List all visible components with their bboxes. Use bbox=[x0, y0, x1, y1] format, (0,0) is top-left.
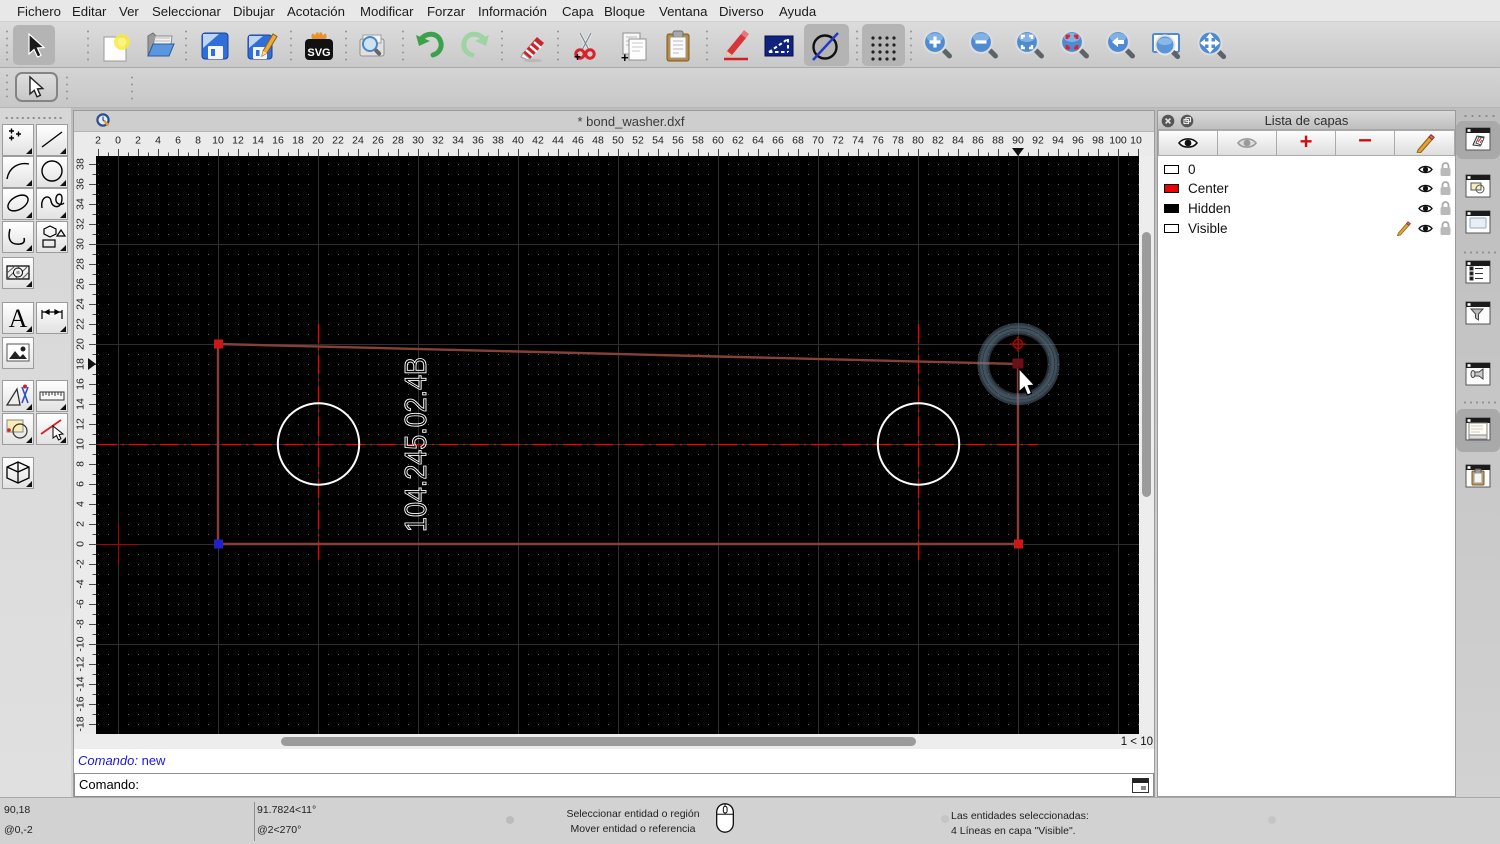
svg-text:8: 8 bbox=[75, 461, 87, 467]
svg-text:54: 54 bbox=[652, 135, 664, 147]
svg-text:18: 18 bbox=[75, 358, 87, 370]
svg-text:72: 72 bbox=[832, 135, 844, 147]
svg-text:22: 22 bbox=[332, 135, 344, 147]
svg-text:20: 20 bbox=[312, 135, 324, 147]
svg-text:30: 30 bbox=[75, 238, 87, 250]
svg-text:24: 24 bbox=[352, 135, 364, 147]
svg-text:38: 38 bbox=[75, 158, 87, 170]
svg-text:2: 2 bbox=[135, 135, 141, 147]
svg-text:24: 24 bbox=[75, 298, 87, 310]
svg-text:-4: -4 bbox=[75, 579, 87, 588]
svg-text:2: 2 bbox=[75, 521, 87, 527]
svg-text:46: 46 bbox=[572, 135, 584, 147]
svg-text:-18: -18 bbox=[75, 716, 87, 731]
svg-text:62: 62 bbox=[732, 135, 744, 147]
svg-text:44: 44 bbox=[552, 135, 564, 147]
svg-text:10: 10 bbox=[212, 135, 224, 147]
svg-text:90: 90 bbox=[1012, 135, 1024, 147]
svg-text:70: 70 bbox=[812, 135, 824, 147]
svg-text:0: 0 bbox=[115, 135, 121, 147]
svg-text:88: 88 bbox=[992, 135, 1004, 147]
svg-text:16: 16 bbox=[75, 378, 87, 390]
svg-text:80: 80 bbox=[912, 135, 924, 147]
svg-text:104.245.02.4B: 104.245.02.4B bbox=[398, 357, 433, 532]
svg-text:8: 8 bbox=[195, 135, 201, 147]
svg-text:32: 32 bbox=[75, 218, 87, 230]
svg-text:-8: -8 bbox=[75, 619, 87, 628]
svg-text:96: 96 bbox=[1072, 135, 1084, 147]
svg-text:94: 94 bbox=[1052, 135, 1064, 147]
svg-text:66: 66 bbox=[772, 135, 784, 147]
svg-text:82: 82 bbox=[932, 135, 944, 147]
svg-text:58: 58 bbox=[692, 135, 704, 147]
svg-text:74: 74 bbox=[852, 135, 864, 147]
svg-text:42: 42 bbox=[532, 135, 544, 147]
svg-text:40: 40 bbox=[512, 135, 524, 147]
svg-text:12: 12 bbox=[75, 418, 87, 430]
svg-text:10: 10 bbox=[1130, 135, 1142, 147]
svg-text:98: 98 bbox=[1092, 135, 1104, 147]
svg-text:38: 38 bbox=[492, 135, 504, 147]
svg-text:-6: -6 bbox=[75, 599, 87, 608]
svg-text:20: 20 bbox=[75, 338, 87, 350]
svg-text:2: 2 bbox=[95, 135, 101, 147]
svg-text:14: 14 bbox=[252, 135, 264, 147]
svg-text:-10: -10 bbox=[75, 636, 87, 651]
svg-text:92: 92 bbox=[1032, 135, 1044, 147]
svg-text:22: 22 bbox=[75, 318, 87, 330]
svg-text:4: 4 bbox=[75, 501, 87, 507]
svg-text:26: 26 bbox=[75, 278, 87, 290]
svg-text:34: 34 bbox=[75, 198, 87, 210]
svg-text:28: 28 bbox=[75, 258, 87, 270]
svg-text:60: 60 bbox=[712, 135, 724, 147]
svg-text:14: 14 bbox=[75, 398, 87, 410]
svg-text:-12: -12 bbox=[75, 656, 87, 671]
svg-text:10: 10 bbox=[75, 438, 87, 450]
svg-text:+: + bbox=[621, 50, 629, 63]
svg-text:SVG: SVG bbox=[307, 47, 330, 59]
svg-text:36: 36 bbox=[75, 178, 87, 190]
svg-text:4: 4 bbox=[155, 135, 161, 147]
svg-text:56: 56 bbox=[672, 135, 684, 147]
svg-text:A: A bbox=[9, 304, 28, 333]
svg-text:26: 26 bbox=[372, 135, 384, 147]
svg-text:84: 84 bbox=[952, 135, 964, 147]
svg-text:76: 76 bbox=[872, 135, 884, 147]
svg-text:12: 12 bbox=[232, 135, 244, 147]
svg-text:34: 34 bbox=[452, 135, 464, 147]
svg-text:78: 78 bbox=[892, 135, 904, 147]
svg-text:32: 32 bbox=[432, 135, 444, 147]
svg-text:-14: -14 bbox=[75, 676, 87, 691]
svg-text:6: 6 bbox=[75, 481, 87, 487]
svg-text:+: + bbox=[574, 50, 581, 63]
svg-text:36: 36 bbox=[472, 135, 484, 147]
svg-text:-2: -2 bbox=[75, 559, 87, 568]
svg-text:6: 6 bbox=[175, 135, 181, 147]
svg-text:0: 0 bbox=[75, 541, 87, 547]
svg-text:64: 64 bbox=[752, 135, 764, 147]
svg-text:28: 28 bbox=[392, 135, 404, 147]
svg-text:100: 100 bbox=[1109, 135, 1127, 147]
svg-text:-16: -16 bbox=[75, 696, 87, 711]
svg-text:52: 52 bbox=[632, 135, 644, 147]
svg-text:86: 86 bbox=[972, 135, 984, 147]
svg-text:16: 16 bbox=[272, 135, 284, 147]
svg-text:30: 30 bbox=[412, 135, 424, 147]
svg-text:50: 50 bbox=[612, 135, 624, 147]
svg-text:48: 48 bbox=[592, 135, 604, 147]
svg-text:68: 68 bbox=[792, 135, 804, 147]
svg-text:18: 18 bbox=[292, 135, 304, 147]
